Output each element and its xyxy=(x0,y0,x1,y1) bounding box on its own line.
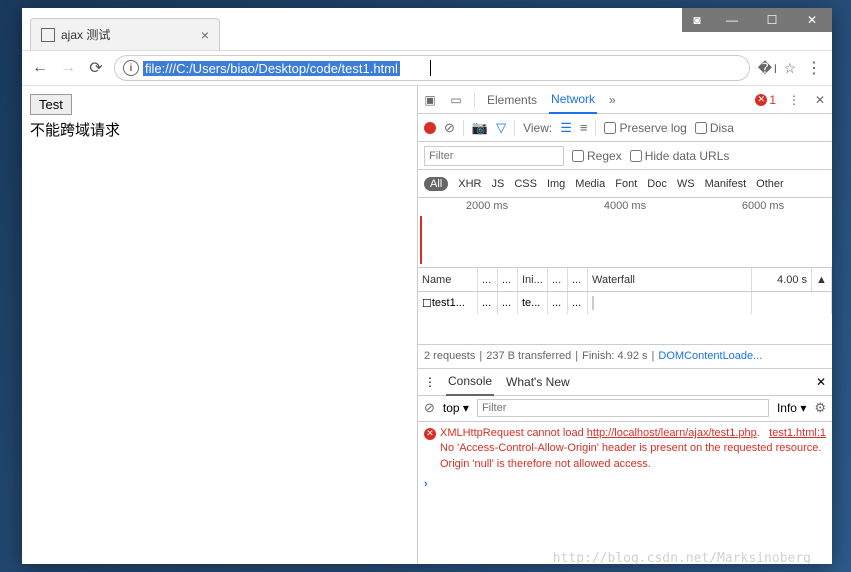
forward-button[interactable]: → xyxy=(58,58,78,78)
type-font[interactable]: Font xyxy=(615,178,637,190)
text-cursor xyxy=(430,60,431,76)
browser-tab[interactable]: ajax 测试 × xyxy=(30,18,220,50)
filter-icon[interactable]: ▽ xyxy=(496,120,506,136)
view-list-icon[interactable]: ☰ xyxy=(560,120,572,136)
page-icon xyxy=(41,28,55,42)
col-dots[interactable]: ... xyxy=(498,268,518,291)
url-input[interactable]: i file:///C:/Users/biao/Desktop/code/tes… xyxy=(114,55,750,81)
reload-button[interactable]: ⟳ xyxy=(86,58,106,78)
disable-cache-checkbox[interactable]: Disa xyxy=(695,121,734,135)
console-filter-input[interactable] xyxy=(477,399,769,417)
clear-console-icon[interactable]: ⊘ xyxy=(424,400,435,416)
requests-table-header: Name ... ... Ini... ... ... Waterfall 4.… xyxy=(418,268,832,292)
maximize-button[interactable]: ☐ xyxy=(752,8,792,32)
devtools-menu-icon[interactable]: ⋮ xyxy=(786,92,802,108)
type-css[interactable]: CSS xyxy=(514,178,537,190)
bookmark-icon[interactable]: ☆ xyxy=(783,60,796,77)
user-icon[interactable]: ◙ xyxy=(682,8,712,32)
record-button[interactable] xyxy=(424,122,436,134)
cell-initiator: te... xyxy=(518,292,548,314)
level-selector[interactable]: Info ▾ xyxy=(777,401,806,415)
col-time[interactable]: 4.00 s xyxy=(752,268,812,291)
test-button[interactable]: Test xyxy=(30,94,72,115)
tab-whatsnew[interactable]: What's New xyxy=(504,369,572,395)
translate-icon[interactable]: �। xyxy=(758,59,778,78)
error-icon: ✕ xyxy=(424,428,436,440)
view-frame-icon[interactable]: ≡ xyxy=(580,120,588,135)
col-dots[interactable]: ... xyxy=(568,268,588,291)
address-bar: ← → ⟳ i file:///C:/Users/biao/Desktop/co… xyxy=(22,50,832,86)
preserve-log-checkbox[interactable]: Preserve log xyxy=(604,121,686,135)
close-tab-icon[interactable]: × xyxy=(201,27,209,43)
col-waterfall[interactable]: Waterfall xyxy=(588,268,752,291)
tab-elements[interactable]: Elements xyxy=(485,87,539,113)
console-toolbar: ⊘ top ▾ Info ▾ ⚙ xyxy=(418,396,832,422)
inspect-icon[interactable]: ▣ xyxy=(422,92,438,108)
col-dots[interactable]: ... xyxy=(548,268,568,291)
timeline-marker xyxy=(420,216,422,264)
devtools-panel: ▣ ▭ Elements Network » ✕1 ⋮ ✕ ⊘ 📷 ▽ View… xyxy=(417,86,832,564)
titlebar: ajax 测试 × ◙ — ☐ ✕ xyxy=(22,8,832,50)
timeline-tick: 4000 ms xyxy=(604,200,646,212)
network-filter-input[interactable] xyxy=(424,146,564,166)
url-text: file:///C:/Users/biao/Desktop/code/test1… xyxy=(143,61,400,76)
hide-data-urls-checkbox[interactable]: Hide data URLs xyxy=(630,149,730,163)
col-dots[interactable]: ... xyxy=(478,268,498,291)
watermark: http://blog.csdn.net/Marksinoberg xyxy=(553,551,811,566)
request-type-filter: All XHR JS CSS Img Media Font Doc WS Man… xyxy=(418,170,832,198)
devtools-close-icon[interactable]: ✕ xyxy=(812,92,828,108)
console-prompt[interactable]: › xyxy=(424,478,826,490)
devtools-tabs: ▣ ▭ Elements Network » ✕1 ⋮ ✕ xyxy=(418,86,832,114)
cell-name: ☐ test1... xyxy=(418,292,478,314)
timeline-tick: 2000 ms xyxy=(466,200,508,212)
view-label: View: xyxy=(523,121,552,135)
type-ws[interactable]: WS xyxy=(677,178,695,190)
menu-icon[interactable]: ⋮ xyxy=(804,58,824,78)
timeline-overview[interactable]: 2000 ms 4000 ms 6000 ms xyxy=(418,198,832,268)
col-initiator[interactable]: Ini... xyxy=(518,268,548,291)
network-summary: 2 requests | 237 B transferred | Finish:… xyxy=(418,344,832,368)
clear-icon[interactable]: ⊘ xyxy=(444,120,455,136)
timeline-tick: 6000 ms xyxy=(742,200,784,212)
tab-more-icon[interactable]: » xyxy=(607,87,618,113)
type-js[interactable]: JS xyxy=(491,178,504,190)
page-viewport: Test 不能跨域请求 xyxy=(22,86,417,564)
type-doc[interactable]: Doc xyxy=(647,178,667,190)
error-badge[interactable]: ✕1 xyxy=(755,93,776,107)
tab-title: ajax 测试 xyxy=(61,26,201,43)
drawer-close-icon[interactable]: ✕ xyxy=(816,375,826,389)
regex-checkbox[interactable]: Regex xyxy=(572,149,622,163)
error-message: test1.html:1 XMLHttpRequest cannot load … xyxy=(440,426,826,472)
minimize-button[interactable]: — xyxy=(712,8,752,32)
type-other[interactable]: Other xyxy=(756,178,784,190)
drawer-tabs: ⋮ Console What's New ✕ xyxy=(418,368,832,396)
device-icon[interactable]: ▭ xyxy=(448,92,464,108)
browser-window: ajax 测试 × ◙ — ☐ ✕ ← → ⟳ i file:///C:/Use… xyxy=(22,8,832,564)
type-all[interactable]: All xyxy=(424,177,448,191)
context-selector[interactable]: top ▾ xyxy=(443,401,469,415)
close-button[interactable]: ✕ xyxy=(792,8,832,32)
page-text: 不能跨域请求 xyxy=(30,119,409,140)
scroll-up-icon[interactable]: ▲ xyxy=(812,268,832,291)
console-output: ✕ test1.html:1 XMLHttpRequest cannot loa… xyxy=(418,422,832,494)
settings-icon[interactable]: ⚙ xyxy=(814,400,826,416)
filter-row: Regex Hide data URLs xyxy=(418,142,832,170)
capture-icon[interactable]: 📷 xyxy=(472,120,488,136)
type-xhr[interactable]: XHR xyxy=(458,178,481,190)
info-icon[interactable]: i xyxy=(123,60,139,76)
type-img[interactable]: Img xyxy=(547,178,565,190)
content-area: Test 不能跨域请求 ▣ ▭ Elements Network » ✕1 ⋮ … xyxy=(22,86,832,564)
window-controls: ◙ — ☐ ✕ xyxy=(682,8,832,32)
tab-console[interactable]: Console xyxy=(446,368,494,396)
table-row[interactable]: ☐ test1... ... ... te... ... ... xyxy=(418,292,832,314)
drawer-menu-icon[interactable]: ⋮ xyxy=(424,375,436,389)
col-name[interactable]: Name xyxy=(418,268,478,291)
type-manifest[interactable]: Manifest xyxy=(705,178,747,190)
network-toolbar: ⊘ 📷 ▽ View: ☰ ≡ Preserve log Disa xyxy=(418,114,832,142)
tab-network[interactable]: Network xyxy=(549,86,597,114)
console-error-row[interactable]: ✕ test1.html:1 XMLHttpRequest cannot loa… xyxy=(424,426,826,472)
type-media[interactable]: Media xyxy=(575,178,605,190)
back-button[interactable]: ← xyxy=(30,58,50,78)
